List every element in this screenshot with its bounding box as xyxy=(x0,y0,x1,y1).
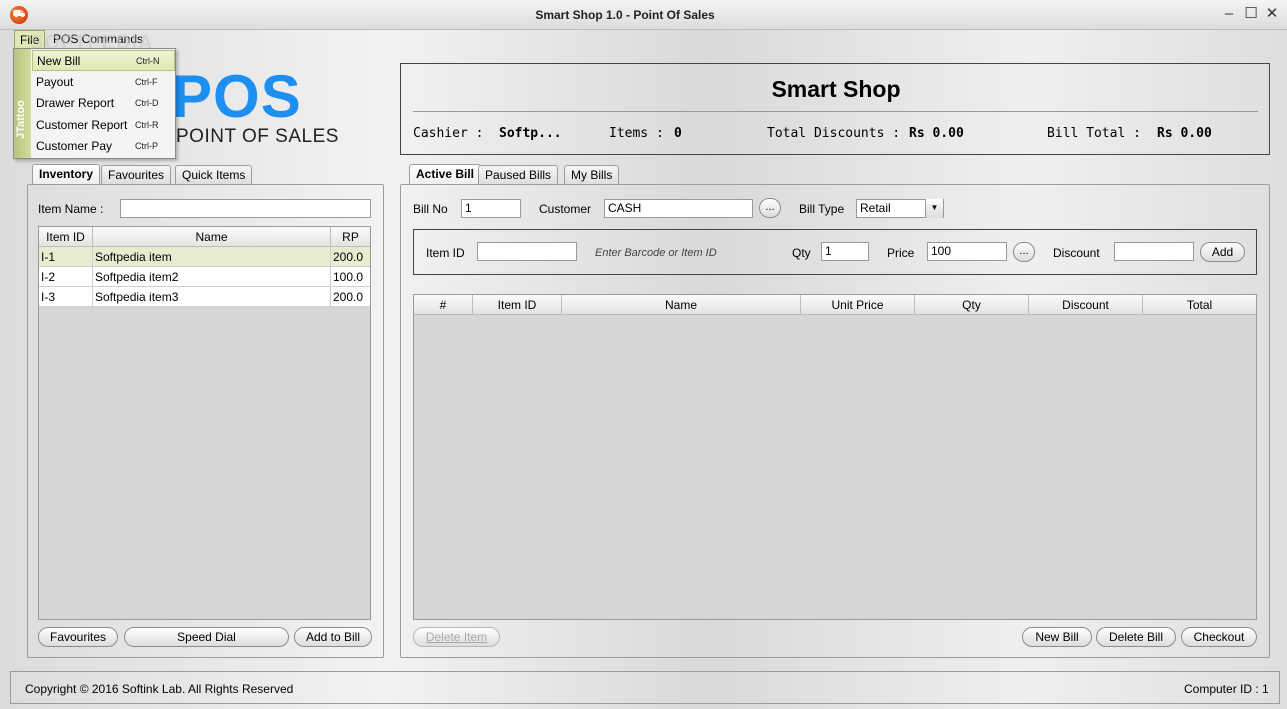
item-id-label: Item ID xyxy=(426,246,465,260)
menu-item-shortcut: Ctrl-D xyxy=(135,98,159,108)
cell-name: Softpedia item3 xyxy=(93,287,331,307)
logo-pos: POS xyxy=(172,63,302,130)
shop-name: Smart Shop xyxy=(771,76,901,102)
column-header[interactable]: Name xyxy=(93,227,331,247)
menu-item-new-bill[interactable]: New Bill Ctrl-N xyxy=(32,50,175,71)
discount-input[interactable] xyxy=(1114,242,1194,261)
column-header[interactable]: Item ID xyxy=(473,295,562,315)
menu-item-shortcut: Ctrl-R xyxy=(135,120,159,130)
cell-name: Softpedia item2 xyxy=(93,267,331,287)
menu-item-label: New Bill xyxy=(37,54,81,68)
add-button[interactable]: Add xyxy=(1200,242,1245,262)
table-row[interactable]: I-3 Softpedia item3 200.0 xyxy=(39,287,370,307)
bill-summary-box: Smart Shop Cashier : Softp... Items : 0 … xyxy=(400,63,1270,155)
cell-rp: 200.0 xyxy=(333,250,364,264)
tab-favourites[interactable]: Favourites xyxy=(101,165,172,185)
bill-total-label: Bill Total : xyxy=(1047,126,1141,141)
total-discounts-value: Rs 0.00 xyxy=(909,126,964,141)
menu-item-label: Drawer Report xyxy=(36,96,115,110)
menu-item-shortcut: Ctrl-N xyxy=(136,56,160,66)
delete-item-button[interactable]: Delete Item xyxy=(413,627,500,647)
maximize-icon[interactable]: ☐ xyxy=(1240,4,1262,24)
menu-item-customer-report[interactable]: Customer Report Ctrl-R xyxy=(32,115,175,136)
checkout-button[interactable]: Checkout xyxy=(1181,627,1257,647)
price-browse-button[interactable]: ... xyxy=(1013,242,1035,262)
tab-my-bills[interactable]: My Bills xyxy=(564,165,620,185)
cell-rp: 100.0 xyxy=(333,270,364,284)
menu-item-customer-pay[interactable]: Customer Pay Ctrl-P xyxy=(32,136,175,157)
copyright-text: Copyright © 2016 Softink Lab. All Rights… xyxy=(25,682,294,696)
theme-label: JTattoo xyxy=(15,100,27,139)
menu-item-label: Customer Pay xyxy=(36,139,113,153)
menu-item-drawer-report[interactable]: Drawer Report Ctrl-D xyxy=(32,93,175,114)
customer-browse-button[interactable]: ... xyxy=(759,198,781,218)
title-bar: ⛟ Smart Shop 1.0 - Point Of Sales – ☐ ✕ xyxy=(0,0,1287,30)
bill-no-field[interactable]: 1 xyxy=(461,199,521,218)
tab-paused-bills[interactable]: Paused Bills xyxy=(478,165,559,185)
customer-label: Customer xyxy=(539,202,592,216)
cell-item-id: I-3 xyxy=(39,287,93,307)
qty-label: Qty xyxy=(792,246,811,260)
inventory-table: Item ID Name RP I-1 Softpedia item 200.0… xyxy=(38,226,371,620)
bill-type-value: Retail xyxy=(860,201,891,215)
price-input[interactable]: 100 xyxy=(927,242,1007,261)
customer-field[interactable]: CASH xyxy=(604,199,753,218)
table-row[interactable]: I-2 Softpedia item2 100.0 xyxy=(39,267,370,287)
speed-dial-button[interactable]: Speed Dial xyxy=(124,627,289,647)
tab-active-bill[interactable]: Active Bill xyxy=(409,164,482,185)
item-id-input[interactable] xyxy=(477,242,577,261)
bill-type-label: Bill Type xyxy=(799,202,845,216)
total-discounts-label: Total Discounts : xyxy=(767,126,901,141)
menu-item-label: Customer Report xyxy=(36,118,128,132)
item-id-hint: Enter Barcode or Item ID xyxy=(595,247,717,259)
price-label: Price xyxy=(887,246,915,260)
menu-bar: File POS Commands xyxy=(10,30,1280,48)
bill-total-value: Rs 0.00 xyxy=(1157,126,1212,141)
column-header[interactable]: Unit Price xyxy=(801,295,915,315)
menu-item-shortcut: Ctrl-P xyxy=(135,141,158,151)
tab-inventory[interactable]: Inventory xyxy=(32,164,101,185)
column-header[interactable]: Discount xyxy=(1029,295,1143,315)
cashier-label: Cashier : xyxy=(413,126,484,141)
menu-theme-strip: JTattoo xyxy=(14,49,31,158)
column-header[interactable]: Name xyxy=(562,295,801,315)
cell-name: Softpedia item xyxy=(93,247,331,267)
cell-item-id: I-2 xyxy=(39,267,93,287)
column-header[interactable]: Item ID xyxy=(39,227,93,247)
favourites-button[interactable]: Favourites xyxy=(38,627,118,647)
discount-label: Discount xyxy=(1053,246,1100,260)
item-name-label: Item Name : xyxy=(38,202,104,216)
table-row[interactable]: I-1 Softpedia item 200.0 xyxy=(39,247,370,267)
tab-quick-items[interactable]: Quick Items xyxy=(175,165,253,185)
menu-item-shortcut: Ctrl-F xyxy=(135,77,158,87)
menu-item-payout[interactable]: Payout Ctrl-F xyxy=(32,72,175,93)
minimize-icon[interactable]: – xyxy=(1218,4,1240,24)
menu-item-label: Payout xyxy=(36,75,74,89)
cell-item-id: I-1 xyxy=(39,247,93,267)
new-bill-button[interactable]: New Bill xyxy=(1022,627,1092,647)
computer-id: Computer ID : 1 xyxy=(1184,682,1269,696)
add-to-bill-button[interactable]: Add to Bill xyxy=(294,627,372,647)
qty-input[interactable]: 1 xyxy=(821,242,869,261)
window-title: Smart Shop 1.0 - Point Of Sales xyxy=(535,8,715,22)
file-menu-dropdown: JTattoo New Bill Ctrl-N Payout Ctrl-F Dr… xyxy=(13,48,176,159)
divider xyxy=(413,111,1258,112)
column-header[interactable]: RP xyxy=(331,227,370,247)
close-icon[interactable]: ✕ xyxy=(1261,4,1283,24)
column-header[interactable]: # xyxy=(414,295,473,315)
chevron-down-icon[interactable]: ▼ xyxy=(925,199,943,218)
delete-bill-button[interactable]: Delete Bill xyxy=(1096,627,1176,647)
column-header[interactable]: Total xyxy=(1143,295,1256,315)
bill-items-table: # Item ID Name Unit Price Qty Discount T… xyxy=(413,294,1257,620)
cashier-value: Softp... xyxy=(499,126,562,141)
column-header[interactable]: Qty xyxy=(915,295,1029,315)
status-bar: Copyright © 2016 Softink Lab. All Rights… xyxy=(10,671,1280,704)
bill-no-label: Bill No xyxy=(413,202,448,216)
cell-rp: 200.0 xyxy=(333,290,364,304)
logo-subtitle: POINT OF SALES xyxy=(176,126,339,147)
bill-type-select[interactable]: Retail ▼ xyxy=(856,199,944,218)
items-label: Items : xyxy=(609,126,664,141)
items-value: 0 xyxy=(674,126,682,141)
item-name-input[interactable] xyxy=(120,199,371,218)
